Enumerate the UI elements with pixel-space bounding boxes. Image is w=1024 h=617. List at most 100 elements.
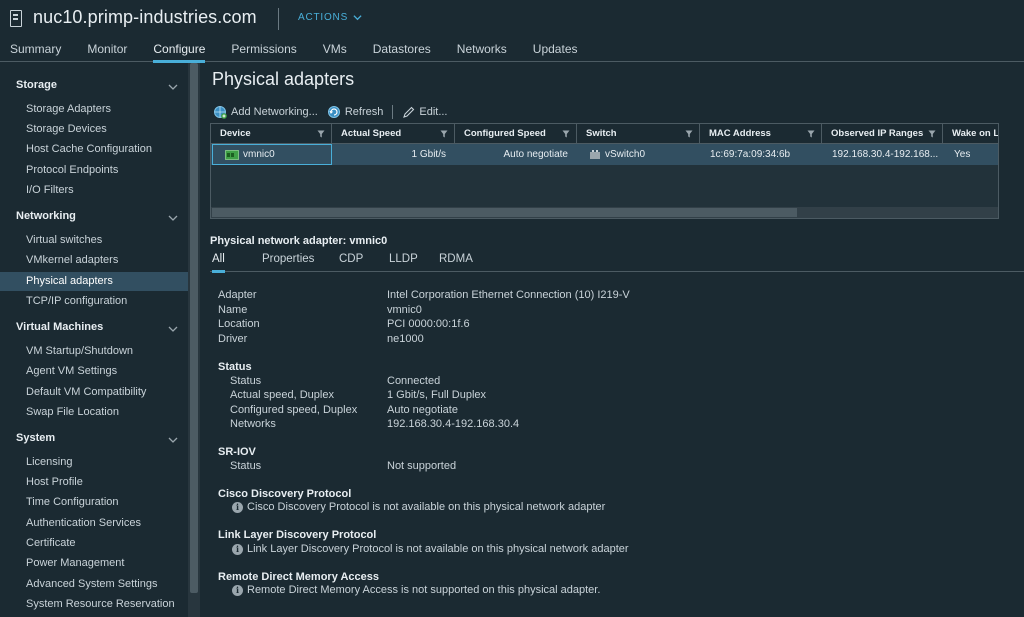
filter-icon[interactable] xyxy=(807,130,815,138)
sidebar-group-system[interactable]: System xyxy=(0,432,188,452)
tab-datastores[interactable]: Datastores xyxy=(373,39,431,62)
sidebar-item-licensing[interactable]: Licensing xyxy=(0,453,188,472)
chevron-down-icon xyxy=(168,84,178,90)
sidebar-item-system-resource-reservation[interactable]: System Resource Reservation xyxy=(0,595,188,614)
sidebar-item-tcpip-configuration[interactable]: TCP/IP configuration xyxy=(0,292,188,311)
page-title: Physical adapters xyxy=(212,69,355,89)
sidebar-group-label: Networking xyxy=(16,210,76,222)
detail-title: Physical network adapter: vmnic0 xyxy=(210,235,388,247)
section-heading-lldp: Link Layer Discovery Protocol xyxy=(218,529,377,541)
filter-icon[interactable] xyxy=(440,130,448,138)
sidebar-item-advanced-system-settings[interactable]: Advanced System Settings xyxy=(0,575,188,594)
grid-horizontal-scrollbar[interactable] xyxy=(211,207,998,218)
property-label: Name xyxy=(218,304,248,316)
tab-lldp[interactable]: LLDP xyxy=(389,253,418,272)
scrollbar-thumb[interactable] xyxy=(212,208,797,217)
tab-summary[interactable]: Summary xyxy=(10,39,61,62)
filter-icon[interactable] xyxy=(317,130,325,138)
sidebar-item-swap-file-location[interactable]: Swap File Location xyxy=(0,403,188,422)
property-value: ne1000 xyxy=(387,333,424,345)
column-header-mac-address[interactable]: MAC Address xyxy=(700,124,822,143)
info-message: i Cisco Discovery Protocol is not availa… xyxy=(232,501,605,513)
refresh-icon xyxy=(327,106,340,118)
sidebar-item-default-vm-compatibility[interactable]: Default VM Compatibility xyxy=(0,383,188,402)
tab-properties[interactable]: Properties xyxy=(262,253,314,272)
tab-cdp[interactable]: CDP xyxy=(339,253,363,272)
filter-icon[interactable] xyxy=(685,130,693,138)
tab-configure[interactable]: Configure xyxy=(153,39,206,63)
property-value: 1 Gbit/s, Full Duplex xyxy=(387,389,487,401)
refresh-button[interactable]: Refresh xyxy=(327,105,384,119)
property-value: Intel Corporation Ethernet Connection (1… xyxy=(387,289,630,301)
tab-monitor[interactable]: Monitor xyxy=(87,39,127,62)
sidebar-item-io-filters[interactable]: I/O Filters xyxy=(0,181,188,200)
column-header-wake-on-lan[interactable]: Wake on L xyxy=(943,124,999,143)
edit-label: Edit... xyxy=(419,106,448,118)
column-label: MAC Address xyxy=(709,128,771,139)
tab-updates[interactable]: Updates xyxy=(533,39,578,62)
filter-icon[interactable] xyxy=(562,130,570,138)
cell-configured-speed: Auto negotiate xyxy=(503,149,569,160)
sidebar-item-storage-adapters[interactable]: Storage Adapters xyxy=(0,100,188,119)
sidebar-item-host-profile[interactable]: Host Profile xyxy=(0,473,188,492)
sidebar-item-vm-startup-shutdown[interactable]: VM Startup/Shutdown xyxy=(0,342,188,361)
cell-device[interactable]: vmnic0 xyxy=(212,144,332,165)
sidebar-item-authentication-services[interactable]: Authentication Services xyxy=(0,514,188,533)
cell-actual-speed: 1 Gbit/s xyxy=(411,149,446,160)
table-row[interactable]: vmnic0 1 Gbit/s Auto negotiate vSwitch0 … xyxy=(211,144,998,165)
column-header-observed-ip-ranges[interactable]: Observed IP Ranges xyxy=(822,124,943,143)
add-networking-button[interactable]: Add Networking... xyxy=(213,105,318,119)
configure-sidebar: Storage Storage Adapters Storage Devices… xyxy=(0,63,200,617)
property-label: Location xyxy=(218,318,260,330)
sidebar-group-label: Virtual Machines xyxy=(16,321,104,333)
sidebar-group-networking[interactable]: Networking xyxy=(0,210,188,230)
host-title: nuc10.primp-industries.com xyxy=(33,7,257,27)
sidebar-item-vmkernel-adapters[interactable]: VMkernel adapters xyxy=(0,251,188,270)
cell-wake-on-lan: Yes xyxy=(954,149,971,160)
sidebar-item-certificate[interactable]: Certificate xyxy=(0,534,188,553)
tab-networks[interactable]: Networks xyxy=(457,39,507,62)
actions-label: ACTIONS xyxy=(298,12,349,23)
property-label: Status xyxy=(230,375,262,387)
column-header-actual-speed[interactable]: Actual Speed xyxy=(332,124,455,143)
sidebar-item-time-configuration[interactable]: Time Configuration xyxy=(0,493,188,512)
tab-rdma[interactable]: RDMA xyxy=(439,253,473,272)
sidebar-item-agent-vm-settings[interactable]: Agent VM Settings xyxy=(0,362,188,381)
sidebar-item-protocol-endpoints[interactable]: Protocol Endpoints xyxy=(0,161,188,180)
column-header-device[interactable]: Device xyxy=(211,124,332,143)
column-label: Wake on L xyxy=(952,128,999,139)
property-label: Adapter xyxy=(218,289,257,301)
column-header-switch[interactable]: Switch xyxy=(577,124,700,143)
column-header-configured-speed[interactable]: Configured Speed xyxy=(455,124,577,143)
scrollbar-thumb[interactable] xyxy=(190,63,198,593)
sidebar-group-virtual-machines[interactable]: Virtual Machines xyxy=(0,321,188,341)
info-icon: i xyxy=(232,543,243,555)
tab-all[interactable]: All xyxy=(212,253,225,273)
filter-icon[interactable] xyxy=(928,130,936,138)
section-heading-rdma: Remote Direct Memory Access xyxy=(218,571,379,583)
sidebar-scrollbar[interactable] xyxy=(188,63,200,617)
refresh-label: Refresh xyxy=(344,106,384,118)
add-networking-label: Add Networking... xyxy=(231,106,318,118)
info-text: Cisco Discovery Protocol is not availabl… xyxy=(247,501,606,513)
sidebar-item-virtual-switches[interactable]: Virtual switches xyxy=(0,231,188,250)
sidebar-item-storage-devices[interactable]: Storage Devices xyxy=(0,120,188,139)
sidebar-group-storage[interactable]: Storage xyxy=(0,79,188,99)
chevron-down-icon xyxy=(168,326,178,332)
tab-permissions[interactable]: Permissions xyxy=(231,39,296,62)
sidebar-item-physical-adapters[interactable]: Physical adapters xyxy=(0,272,188,291)
sidebar-group-label: System xyxy=(16,432,56,444)
actions-menu-button[interactable]: ACTIONS xyxy=(298,12,362,23)
column-label: Switch xyxy=(586,128,617,139)
edit-button[interactable]: Edit... xyxy=(402,106,447,119)
property-value: Connected xyxy=(387,375,441,387)
tab-vms[interactable]: VMs xyxy=(323,39,347,62)
info-message: i Link Layer Discovery Protocol is not a… xyxy=(232,543,629,555)
chevron-down-icon xyxy=(168,215,178,221)
sidebar-item-host-cache[interactable]: Host Cache Configuration xyxy=(0,140,188,159)
section-heading-cdp: Cisco Discovery Protocol xyxy=(218,488,352,500)
property-value: PCI 0000:00:1f.6 xyxy=(387,318,470,330)
virtual-switch-icon xyxy=(590,149,600,159)
sidebar-item-power-management[interactable]: Power Management xyxy=(0,554,188,573)
property-label: Status xyxy=(230,460,262,472)
